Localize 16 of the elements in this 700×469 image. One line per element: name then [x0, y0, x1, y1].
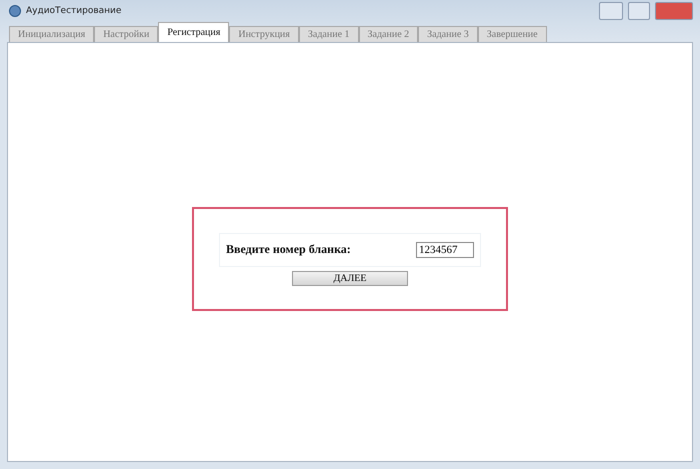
- tab[interactable]: Завершение: [478, 26, 547, 42]
- tab[interactable]: Задание 3: [418, 26, 478, 42]
- tab[interactable]: Регистрация: [158, 22, 230, 42]
- tab[interactable]: Инициализация: [9, 26, 94, 42]
- next-button[interactable]: ДАЛЕЕ: [292, 270, 408, 286]
- minimize-button[interactable]: [599, 2, 623, 20]
- tab[interactable]: Инструкция: [229, 26, 299, 42]
- tab[interactable]: Настройки: [94, 26, 158, 42]
- tab[interactable]: Задание 2: [358, 26, 418, 42]
- window-title: АудиоТестирование: [26, 6, 122, 16]
- input-field[interactable]: 1234567: [416, 242, 474, 258]
- close-button[interactable]: [655, 2, 693, 20]
- tab[interactable]: Задание 1: [298, 26, 359, 42]
- form-label: Введите номер бланка:: [226, 242, 351, 257]
- app-icon: [9, 5, 21, 17]
- maximize-button[interactable]: [628, 2, 650, 20]
